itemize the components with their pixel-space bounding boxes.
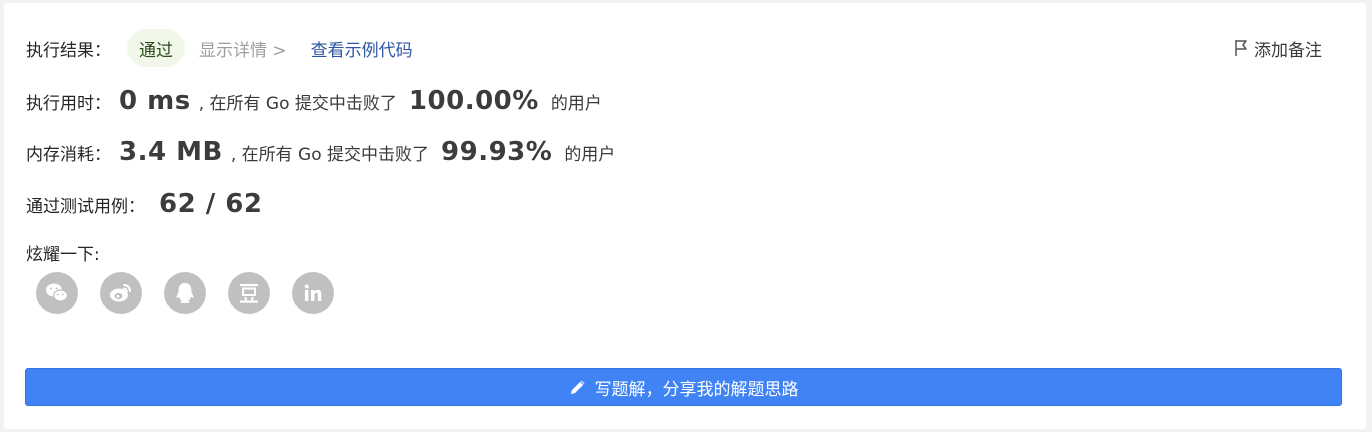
flag-icon [1235, 40, 1247, 56]
runtime-percent: 100.00% [408, 86, 539, 116]
result-row: 执行结果： 通过 显示详情 > 查看示例代码 [26, 29, 413, 67]
share-label: 炫耀一下: [26, 244, 100, 265]
view-example-code-link[interactable]: 查看示例代码 [311, 36, 413, 61]
memory-row: 内存消耗： 3.4 MB , 在所有 Go 提交中击败了 99.93% 的用户 [26, 134, 615, 170]
memory-suffix: 的用户 [564, 144, 616, 165]
memory-label: 内存消耗： [26, 144, 111, 165]
linkedin-icon[interactable] [292, 272, 334, 314]
runtime-beat-text: , 在所有 Go 提交中击败了 [198, 93, 397, 114]
douban-icon[interactable] [228, 272, 270, 314]
tests-value: 62 / 62 [159, 189, 263, 219]
write-solution-label: 写题解，分享我的解题思路 [594, 379, 799, 400]
weibo-icon[interactable] [100, 272, 142, 314]
memory-beat-text: , 在所有 Go 提交中击败了 [230, 144, 430, 165]
show-details-link[interactable]: 显示详情 > [199, 36, 287, 61]
tests-row: 通过测试用例： 62 / 62 [26, 186, 262, 222]
runtime-row: 执行用时： 0 ms , 在所有 Go 提交中击败了 100.00% 的用户 [26, 83, 602, 119]
memory-value: 3.4 MB [119, 137, 223, 167]
share-row: 炫耀一下: [26, 240, 100, 265]
share-icons [36, 272, 356, 314]
runtime-suffix: 的用户 [550, 93, 602, 114]
wechat-icon[interactable] [36, 272, 78, 314]
submission-result-card: 执行结果： 通过 显示详情 > 查看示例代码 添加备注 执行用时： 0 ms ,… [4, 3, 1366, 429]
add-note-button[interactable]: 添加备注 [1234, 34, 1322, 62]
result-label: 执行结果： [26, 40, 111, 61]
write-solution-button[interactable]: 写题解，分享我的解题思路 [25, 368, 1342, 406]
qq-icon[interactable] [164, 272, 206, 314]
status-badge: 通过 [127, 29, 185, 67]
pencil-icon [570, 380, 584, 394]
runtime-label: 执行用时： [26, 93, 111, 114]
add-note-label: 添加备注 [1254, 40, 1322, 61]
runtime-value: 0 ms [119, 86, 191, 116]
memory-percent: 99.93% [441, 137, 553, 167]
tests-label: 通过测试用例： [26, 196, 145, 217]
